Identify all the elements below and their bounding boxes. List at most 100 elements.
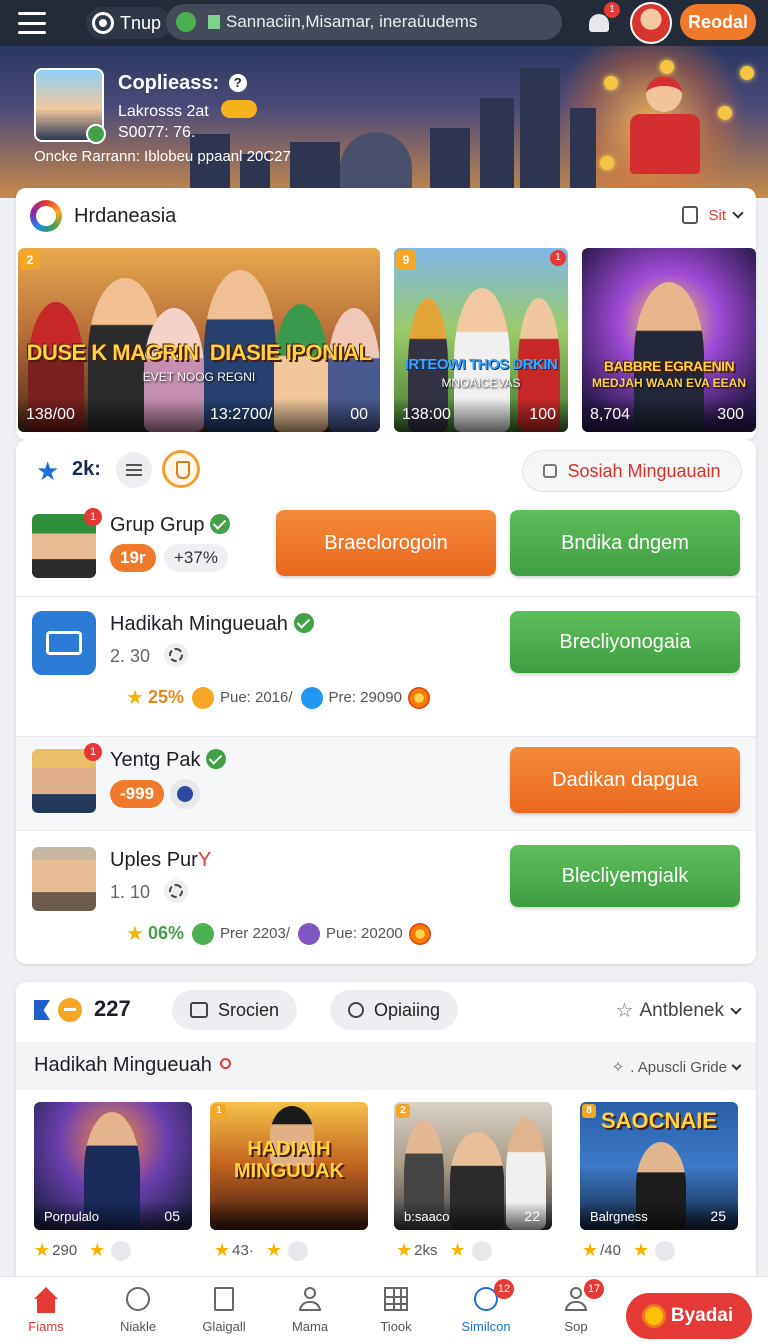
nav-label: Similcon — [461, 1319, 511, 1334]
list-icon[interactable] — [116, 452, 152, 488]
row-name-text: Yentg Pak — [110, 749, 201, 771]
screen-chip[interactable]: Srocien — [172, 990, 298, 1030]
row-avatar[interactable] — [32, 611, 96, 675]
video-tile-3[interactable]: b:saaco 22 2 — [394, 1102, 552, 1230]
row-name: Grup Grup — [110, 514, 231, 537]
star-icon: ★ — [449, 1240, 466, 1260]
chevron-down-icon — [732, 207, 744, 219]
search-value: Sannaciin,Misamar, ineraūudems — [226, 12, 478, 31]
featured-video-1[interactable]: DUSE K MAGRIN DIASIE IPONIAL EVET NOOG R… — [18, 248, 380, 432]
nav-label: Fiams — [28, 1319, 64, 1334]
verified-icon — [210, 514, 231, 534]
row-stat-2: Pre: 29090 — [328, 689, 402, 706]
settings-icon[interactable] — [164, 643, 189, 667]
nav-item-sop[interactable]: 17 Sop — [536, 1279, 616, 1334]
brand-button[interactable]: Tnup — [86, 7, 172, 39]
nav-item-gallery[interactable]: Glaigall — [184, 1287, 264, 1334]
share-icon[interactable] — [471, 1240, 492, 1261]
grid-option-dropdown[interactable]: ✧ . Apuscli Gride — [612, 1058, 742, 1076]
comment-icon — [190, 1002, 208, 1018]
tile-stats: ★ 43· ★ — [214, 1240, 308, 1261]
reodal-button[interactable]: Reodal — [680, 4, 756, 40]
flame-icon — [407, 686, 430, 709]
row-sub: 2. 30 — [110, 643, 189, 667]
search-input[interactable]: Sannaciin,Misamar, ineraūudems — [166, 4, 562, 40]
nav-item-discover[interactable]: Niakle — [98, 1287, 178, 1334]
row-avatar[interactable]: 1 — [32, 508, 102, 578]
user-description: Oncke Rarrann: Iblobeu ppaanl 20C27 — [34, 148, 291, 165]
nav-item-grid[interactable]: Tiook — [356, 1287, 436, 1334]
likes-count: 300 — [717, 406, 744, 423]
row-badge: 1 — [84, 743, 102, 761]
nav-item-home[interactable]: Fiams — [6, 1287, 86, 1334]
share-icon[interactable] — [655, 1240, 676, 1261]
nav-item-similcon[interactable]: 12 Similcon — [446, 1279, 526, 1334]
likes-count: 100 — [529, 406, 556, 423]
new-badge: 1 — [550, 250, 566, 266]
row-action-button[interactable]: Bndika dngem — [510, 510, 740, 576]
view-count: 8,704 — [590, 406, 631, 423]
duration: 13:2700/ — [210, 406, 273, 423]
tile-title: Porpulalo — [44, 1209, 99, 1224]
tile-stat-value: 43· — [232, 1242, 254, 1259]
panel-count: 227 — [94, 996, 131, 1021]
menu-icon[interactable] — [18, 12, 46, 34]
row-avatar[interactable] — [32, 847, 96, 911]
nav-label: Mama — [291, 1319, 329, 1334]
row-sub: 1. 10 — [110, 879, 189, 903]
coin-icon — [660, 60, 674, 74]
notification-button[interactable]: 1 — [584, 2, 620, 38]
live-dot-icon — [219, 1058, 231, 1069]
ranking-row: 1 Grup Grup 19r +37% Braeclorogoin Bndik… — [16, 502, 756, 596]
star-icon: ★ — [36, 456, 60, 486]
share-icon[interactable] — [111, 1240, 132, 1261]
more-icon[interactable] — [58, 998, 82, 1022]
row-action-button[interactable]: Brecliyonogaia — [510, 611, 740, 673]
lock-icon — [543, 464, 558, 478]
featured-header: Hrdaneasia — [16, 188, 756, 244]
rank-badge: 2 — [20, 250, 40, 270]
chevron-down-icon — [730, 1002, 742, 1015]
filter-dropdown[interactable]: ☆ Antblenek — [616, 998, 742, 1023]
row-avatar[interactable]: 1 — [32, 743, 102, 813]
nav-item-profile[interactable]: Mama — [270, 1287, 350, 1334]
user-key-icon: 17 — [562, 1279, 604, 1313]
row-name: Uples PurY — [110, 849, 211, 872]
settings-icon[interactable] — [164, 879, 189, 903]
star-icon: ★ — [126, 687, 144, 709]
section-header: Hadikah Mingueuah ✧ . Apuscli Gride — [16, 1042, 756, 1090]
trophy-icon[interactable] — [162, 450, 200, 488]
row-action-button[interactable]: Braeclorogoin — [276, 510, 496, 576]
row-badge: 1 — [84, 508, 102, 526]
flag-icon — [34, 1000, 50, 1020]
user-level: Lakrosss 2at — [118, 100, 258, 121]
featured-video-3[interactable]: BABBRE EGRAENIN MEDJAH WAAN EVA EEAN 8,7… — [582, 248, 756, 432]
tile-stat-value: 290 — [52, 1242, 78, 1259]
video-tile-4[interactable]: SAOCNAIE Balrgness 25 8 — [580, 1102, 738, 1230]
ranking-card: ★ 2k: Sosiah Minguauain 1 Grup Grup 19r … — [16, 440, 756, 964]
video-tile-1[interactable]: Porpulalo 05 — [34, 1102, 192, 1230]
category-logo-icon — [30, 200, 62, 232]
gallery-icon — [210, 1287, 238, 1313]
sort-dropdown[interactable]: Sit — [682, 206, 744, 224]
tile-caption: HADIAIH MINGUUAK — [234, 1138, 344, 1182]
user-avatar[interactable] — [34, 68, 106, 144]
help-icon[interactable]: ? — [228, 74, 247, 92]
bottom-nav: Fiams Niakle Glaigall Mama Tiook 12 Simi… — [0, 1276, 768, 1344]
share-icon[interactable] — [287, 1240, 308, 1261]
weekly-social-button[interactable]: Sosiah Minguauain — [522, 450, 742, 492]
video-tile-2[interactable]: HADIAIH MINGUUAK 1 — [210, 1102, 368, 1230]
featured-video-2[interactable]: IRTEOWI THOS DRKIN MNOAICEVAS 138:00 100… — [394, 248, 568, 432]
byadai-button[interactable]: Byadai — [626, 1293, 752, 1339]
profile-avatar[interactable] — [630, 2, 672, 44]
star-icon: ★ — [396, 1240, 413, 1260]
row-action-button[interactable]: Blecliyemgialk — [510, 845, 740, 907]
ranking-count: 2k: — [72, 458, 101, 480]
thumbnail-caption: DUSE K MAGRIN DIASIE IPONIAL — [18, 340, 380, 366]
search-chip[interactable]: Opiaiing — [330, 990, 459, 1030]
filter-icon — [208, 15, 220, 29]
swap-icon[interactable] — [170, 779, 201, 809]
row-stats: ★ 06% Prer 2203/ Pue: 20200 — [126, 921, 431, 946]
coin-icon — [718, 106, 732, 120]
row-action-button[interactable]: Dadikan dapgua — [510, 747, 740, 813]
